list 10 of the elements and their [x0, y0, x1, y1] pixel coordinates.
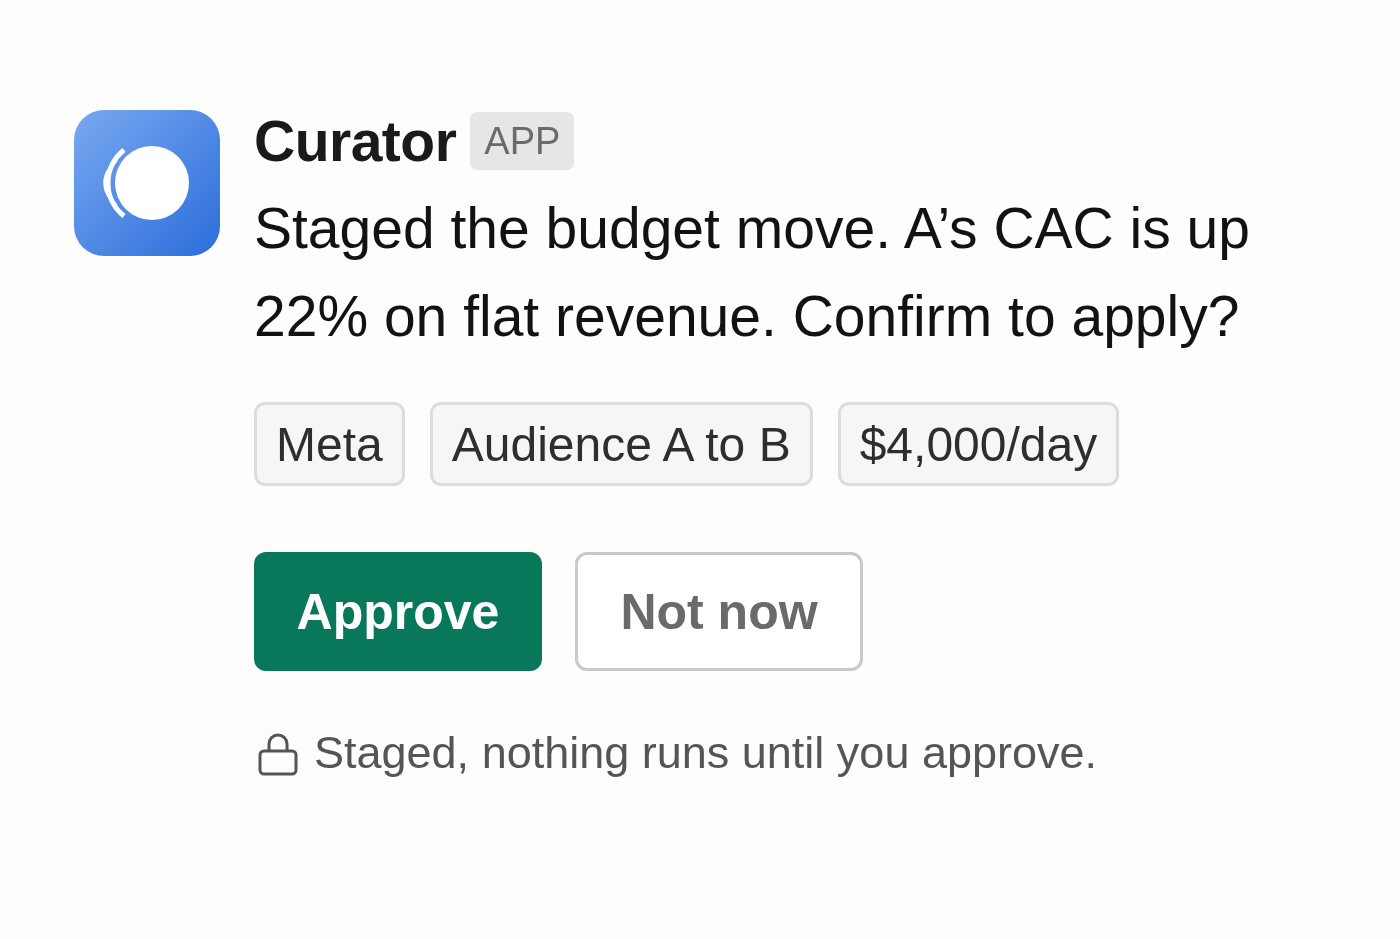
app-badge: APP [470, 112, 575, 170]
approve-button[interactable]: Approve [254, 552, 542, 671]
app-name: Curator [254, 112, 457, 170]
status-note: Staged, nothing runs until you approve. [314, 727, 1098, 779]
app-logo-icon [74, 110, 220, 256]
detail-chip: Meta [254, 402, 405, 486]
detail-chip: Audience A to B [429, 402, 813, 486]
dismiss-button[interactable]: Not now [575, 552, 863, 671]
message-text: Staged the budget move. A’s CAC is up 22% on flat revenue. Confirm to apply? [254, 195, 1251, 350]
detail-chip: $4,000/day [837, 402, 1120, 486]
